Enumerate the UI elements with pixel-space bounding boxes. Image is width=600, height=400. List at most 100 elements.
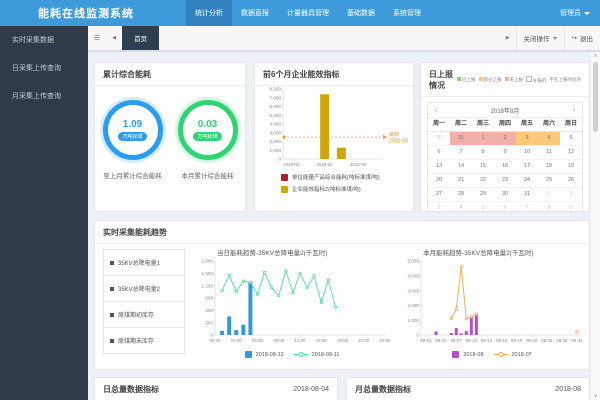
- calendar-day[interactable]: 30: [428, 132, 450, 146]
- calendar-day[interactable]: 15: [472, 160, 494, 174]
- legend-item[interactable]: 企业能效指标2(吨标准煤/吨): [281, 185, 380, 193]
- nav-item-系统管理[interactable]: 系统管理: [384, 0, 430, 26]
- calendar-day[interactable]: 13: [428, 160, 450, 174]
- legend-item[interactable]: 2018-08-12: [244, 351, 284, 358]
- meter-item[interactable]: 原煤期初库存: [104, 302, 184, 328]
- panel-title: 实时采集能耗趋势: [95, 221, 589, 244]
- logout-button[interactable]: ↪ 退出: [563, 26, 600, 50]
- nav-item-基础数据[interactable]: 基础数据: [338, 0, 384, 26]
- calendar-day[interactable]: 5: [560, 132, 582, 146]
- calendar-day[interactable]: 6: [494, 202, 516, 216]
- svg-text:6,000: 6,000: [270, 104, 282, 109]
- tab-home[interactable]: 首页: [122, 26, 160, 50]
- calendar-day[interactable]: 30: [494, 188, 516, 202]
- calendar-grid: 30 31 1 2 3 4 5 6 7 8 9 10 11 12 13 14 15 16 17 18 19 20 21 22 2…: [428, 132, 582, 216]
- logout-icon: ↪: [571, 35, 577, 42]
- scroll-down-icon[interactable]: ∨: [591, 393, 600, 399]
- calendar-day[interactable]: 25: [538, 174, 560, 188]
- close-actions-menu[interactable]: 关闭操作: [515, 26, 564, 50]
- calendar-day[interactable]: 4: [538, 132, 560, 146]
- calendar-day[interactable]: 1: [472, 132, 494, 146]
- calendar-day[interactable]: 8: [472, 146, 494, 160]
- calendar-day[interactable]: 3: [428, 202, 450, 216]
- calendar-day[interactable]: 4: [450, 202, 472, 216]
- calendar-next-button[interactable]: ›: [566, 107, 582, 114]
- scroll-tabs-right-icon[interactable]: ▶: [500, 35, 516, 41]
- month-trend-legend: 2018-08 2018-07: [397, 351, 587, 358]
- meter-icon: [110, 338, 114, 343]
- calendar-legend-item: 不在上报时间内: [549, 77, 582, 82]
- svg-text:08-19: 08-19: [511, 338, 523, 343]
- user-menu[interactable]: 管理员: [560, 8, 590, 18]
- calendar-day[interactable]: 26: [560, 174, 582, 188]
- sidebar-item[interactable]: 实时采集数据: [0, 26, 88, 54]
- meter-item[interactable]: 35KV总降电量1: [104, 250, 184, 276]
- scroll-up-icon[interactable]: ∧: [591, 53, 600, 59]
- calendar-day[interactable]: 18: [538, 160, 560, 174]
- calendar-day[interactable]: 17: [516, 160, 538, 174]
- gauge-ring: 1.09 万吨标煤: [102, 100, 163, 160]
- calendar: ‹ 2018年8月 › 周一 周二 周三 周四 周五 周六 周日 30 31 1 2 3 4 5 6 7 8 9…: [427, 102, 583, 217]
- calendar-day[interactable]: 6: [428, 146, 450, 160]
- panel-title: 前6个月企业能效指标: [255, 63, 413, 86]
- svg-text:21:00: 21:00: [358, 338, 370, 343]
- chart-title: 当日能耗趋势-35KV总降电量2(千瓦时): [217, 250, 328, 257]
- calendar-day[interactable]: 9: [494, 146, 516, 160]
- calendar-day[interactable]: 2: [494, 132, 516, 146]
- sidebar-item[interactable]: 月采集上传查询: [0, 82, 88, 110]
- calendar-day[interactable]: 21: [450, 174, 472, 188]
- calendar-day[interactable]: 20: [428, 174, 450, 188]
- tab-bar: ☰ ◀ 首页 ▶ 关闭操作 ↪ 退出: [88, 26, 600, 52]
- calendar-day[interactable]: 2: [560, 188, 582, 202]
- nav-item-数据直报[interactable]: 数据直报: [232, 0, 278, 26]
- svg-text:2500.00: 2500.00: [389, 139, 408, 145]
- calendar-day[interactable]: 9: [560, 202, 582, 216]
- legend-item[interactable]: 2018-08-11: [293, 351, 339, 358]
- svg-text:4,000: 4,000: [270, 122, 282, 127]
- panel-title: 日总量数据指标: [103, 385, 159, 394]
- panel-date: 2018-08-04: [293, 386, 329, 393]
- calendar-day[interactable]: 10: [516, 146, 538, 160]
- calendar-day[interactable]: 23: [494, 174, 516, 188]
- calendar-day[interactable]: 29: [472, 188, 494, 202]
- legend-item[interactable]: 2018-07: [493, 351, 532, 358]
- svg-text:7,000: 7,000: [270, 95, 282, 100]
- calendar-week-row: 20 21 22 23 24 25 26: [428, 174, 582, 188]
- calendar-day[interactable]: 16: [494, 160, 516, 174]
- calendar-day[interactable]: 5: [472, 202, 494, 216]
- calendar-day[interactable]: 31: [450, 132, 472, 146]
- scroll-tabs-left-icon[interactable]: ◀: [106, 35, 122, 41]
- efficiency-chart: 0 1,000 2,000 3,000 4,000 5,000 6,000 7,000 8,00…: [257, 85, 413, 176]
- nav-item-统计分析[interactable]: 统计分析: [186, 0, 232, 26]
- calendar-day[interactable]: 1: [538, 188, 560, 202]
- meter-item[interactable]: 原煤期末库存: [104, 328, 184, 353]
- calendar-day[interactable]: 11: [538, 146, 560, 160]
- meter-item[interactable]: 35KV总降电量2: [104, 276, 184, 302]
- scrollbar-thumb[interactable]: [593, 62, 598, 132]
- calendar-day[interactable]: 12: [560, 146, 582, 160]
- legend-item[interactable]: 2018-08: [452, 351, 484, 358]
- calendar-day[interactable]: 7: [450, 146, 472, 160]
- calendar-day[interactable]: 22: [472, 174, 494, 188]
- nav-item-计量器具管理[interactable]: 计量器具管理: [278, 0, 338, 26]
- gauge-value: 1.09: [122, 119, 143, 130]
- calendar-day[interactable]: 7: [516, 202, 538, 216]
- calendar-day[interactable]: 14: [450, 160, 472, 174]
- calendar-day[interactable]: 8: [538, 202, 560, 216]
- calendar-day[interactable]: 31: [516, 188, 538, 202]
- calendar-day[interactable]: 24: [516, 174, 538, 188]
- svg-text:5,000: 5,000: [408, 259, 420, 264]
- chevron-down-icon: [552, 36, 557, 40]
- calendar-day[interactable]: 19: [560, 160, 582, 174]
- legend-item[interactable]: 单位能量产品综合能耗(吨标准煤/吨): [281, 173, 380, 181]
- svg-text:08-31: 08-31: [571, 338, 583, 343]
- calendar-day[interactable]: 3: [516, 132, 538, 146]
- calendar-day[interactable]: 28: [450, 188, 472, 202]
- calendar-day[interactable]: 27: [428, 188, 450, 202]
- sidebar-item[interactable]: 日采集上传查询: [0, 54, 88, 82]
- menu-icon[interactable]: ☰: [88, 34, 106, 42]
- gauges: 1.09 万吨标煤 至上月累计综合能耗 0.03 万吨标煤 本月累计综合能耗: [95, 86, 245, 180]
- scrollbar[interactable]: ∧ ∨: [591, 52, 600, 400]
- svg-text:08-22: 08-22: [526, 338, 538, 343]
- calendar-prev-button[interactable]: ‹: [428, 107, 444, 114]
